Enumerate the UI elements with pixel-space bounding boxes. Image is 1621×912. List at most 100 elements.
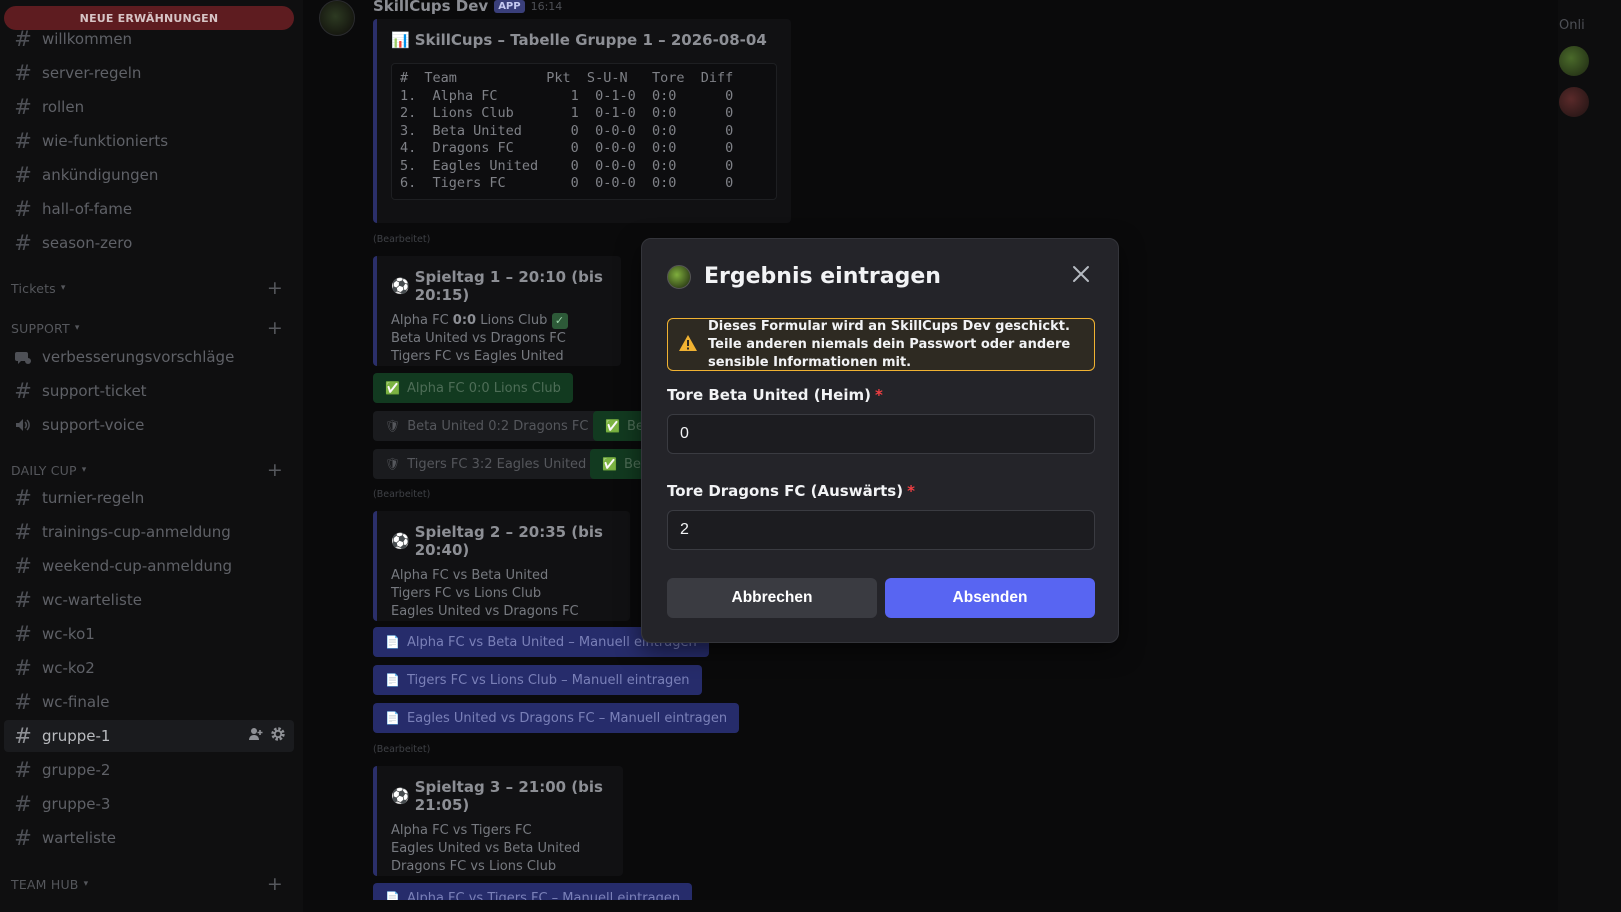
matchday-2-title: ⚽ Spieltag 2 – 20:35 (bis 20:40) — [391, 523, 616, 559]
channel-label: server-regeln — [42, 64, 142, 82]
chevron-down-icon: ▾ — [81, 465, 87, 475]
edited-label: (Bearbeitet) — [373, 489, 431, 500]
member-avatar[interactable] — [1559, 87, 1589, 117]
team-a: Alpha FC — [391, 313, 453, 328]
author-name[interactable]: SkillCups Dev — [373, 0, 488, 15]
close-icon[interactable] — [1070, 263, 1092, 285]
hash-icon: # — [14, 554, 32, 578]
add-channel-icon[interactable]: + — [267, 317, 283, 339]
channel-support-ticket[interactable]: # support-ticket — [4, 375, 294, 407]
chart-icon: 📊 — [391, 31, 410, 49]
home-goals-input[interactable] — [667, 414, 1095, 454]
channel-wc-finale[interactable]: # wc-finale — [4, 686, 294, 718]
channel-label: support-ticket — [42, 382, 147, 400]
matchday-3-title: ⚽ Spieltag 3 – 21:00 (bis 21:05) — [391, 778, 609, 814]
channel-weekend-cup-anmeldung[interactable]: # weekend-cup-anmeldung — [4, 550, 294, 582]
add-channel-icon[interactable]: + — [267, 277, 283, 299]
hash-icon: # — [14, 588, 32, 612]
add-channel-icon[interactable]: + — [267, 459, 283, 481]
warning-text: Dieses Formular wird an SkillCups Dev ge… — [708, 318, 1071, 370]
channel-gruppe-2[interactable]: # gruppe-2 — [4, 754, 294, 786]
channel-season-zero[interactable]: # season-zero — [4, 227, 294, 259]
match-line: Eagles United vs Dragons FC — [391, 604, 579, 619]
hash-icon: # — [14, 656, 32, 680]
channel-gruppe-3[interactable]: # gruppe-3 — [4, 788, 294, 820]
channel-wc-ko2[interactable]: # wc-ko2 — [4, 652, 294, 684]
category-tickets[interactable]: Tickets ▾ + — [11, 277, 296, 299]
channel-label: weekend-cup-anmeldung — [42, 557, 232, 575]
channel-label: willkommen — [42, 30, 133, 48]
invite-user-icon[interactable] — [248, 726, 264, 746]
channel-support-voice[interactable]: support-voice — [4, 409, 294, 441]
member-avatar[interactable] — [1559, 46, 1589, 76]
channel-rollen[interactable]: # rollen — [4, 91, 294, 123]
channel-ankuendigungen[interactable]: # ankündigungen — [4, 159, 294, 191]
category-support[interactable]: SUPPORT ▾ + — [11, 317, 296, 339]
match-line: Alpha FC vs Beta United — [391, 568, 549, 583]
submit-button[interactable]: Absenden — [885, 578, 1095, 618]
gear-icon[interactable] — [270, 726, 286, 746]
channel-label: gruppe-1 — [42, 727, 111, 745]
category-daily-cup[interactable]: DAILY CUP ▾ + — [11, 459, 296, 481]
result-button-1[interactable]: ✅ Alpha FC 0:0 Lions Club — [373, 373, 573, 403]
check-icon: ✓ — [551, 313, 568, 329]
channel-label: ankündigungen — [42, 166, 159, 184]
chevron-down-icon: ▾ — [60, 283, 66, 293]
away-goals-label: Tore Dragons FC (Auswärts) * — [667, 482, 915, 500]
warning-icon — [678, 334, 698, 356]
required-mark: * — [874, 386, 883, 404]
channel-label: wc-ko2 — [42, 659, 95, 677]
channel-label: wc-ko1 — [42, 625, 95, 643]
modal-title: Ergebnis eintragen — [704, 264, 941, 289]
channel-trainings-cup-anmeldung[interactable]: # trainings-cup-anmeldung — [4, 516, 294, 548]
channel-wc-ko1[interactable]: # wc-ko1 — [4, 618, 294, 650]
result-button-4[interactable]: 🛡 Tigers FC 3:2 Eagles United — [373, 449, 599, 479]
button-label: Be — [623, 456, 641, 472]
channel-turnier-regeln[interactable]: # turnier-regeln — [4, 482, 294, 514]
discord-window: NEUE ERWÄHNUNGEN # willkommen # server-reg… — [0, 0, 1621, 912]
add-channel-icon[interactable]: + — [267, 873, 283, 895]
channel-wc-warteliste[interactable]: # wc-warteliste — [4, 584, 294, 616]
edited-label: (Bearbeitet) — [373, 234, 431, 245]
category-label: SUPPORT — [11, 320, 70, 336]
chevron-down-icon: ▾ — [83, 879, 89, 889]
channel-warteliste[interactable]: # warteliste — [4, 822, 294, 854]
required-mark: * — [907, 482, 915, 500]
result-button-2[interactable]: 🛡 Beta United 0:2 Dragons FC — [373, 411, 601, 441]
soccer-ball-icon: ⚽ — [391, 277, 410, 295]
hash-icon: # — [14, 486, 32, 510]
hash-icon: # — [14, 129, 32, 153]
manual-entry-button-3[interactable]: 📄 Eagles United vs Dragons FC – Manuell e… — [373, 703, 740, 733]
document-icon: 📄 — [385, 635, 400, 649]
forum-icon — [12, 348, 34, 366]
hash-icon: # — [14, 520, 32, 544]
home-goals-label-text: Tore Beta United (Heim) — [667, 386, 871, 404]
channel-hall-of-fame[interactable]: # hall-of-fame — [4, 193, 294, 225]
button-label: Tigers FC 3:2 Eagles United — [407, 456, 587, 472]
manual-entry-button-4[interactable]: 📄 Alpha FC vs Tigers FC – Manuell eintrag… — [373, 883, 693, 900]
match-line: Tigers FC vs Lions Club — [391, 586, 542, 601]
match-line: Beta United vs Dragons FC — [391, 331, 566, 346]
manual-entry-button-2[interactable]: 📄 Tigers FC vs Lions Club – Manuell eintr… — [373, 665, 702, 695]
hash-icon: # — [14, 758, 32, 782]
table-embed: 📊 SkillCups – Tabelle Gruppe 1 – 2026-08-… — [373, 19, 791, 223]
match-line: Eagles United vs Beta United — [391, 841, 581, 856]
standings-table: # Team Pkt S-U-N Tore Diff 1. Alpha FC 1… — [391, 63, 777, 200]
score: 0:0 — [452, 313, 477, 328]
hash-icon: # — [14, 95, 32, 119]
channel-willkommen[interactable]: # willkommen — [4, 23, 294, 55]
channel-verbesserungsvorschlaege[interactable]: verbesserungsvorschläge — [4, 341, 294, 373]
channel-gruppe-1[interactable]: # gruppe-1 — [4, 720, 294, 752]
category-label: DAILY CUP — [11, 462, 77, 478]
bot-avatar[interactable] — [319, 0, 355, 36]
channel-server-regeln[interactable]: # server-regeln — [4, 57, 294, 89]
document-icon: 📄 — [385, 711, 400, 725]
category-team-hub[interactable]: TEAM HUB ▾ + — [11, 873, 296, 895]
away-goals-input[interactable] — [667, 510, 1095, 550]
app-badge: APP — [494, 0, 525, 13]
online-header: Onli — [1559, 18, 1585, 33]
hash-icon: # — [14, 27, 32, 51]
matchday-2-embed: ⚽ Spieltag 2 – 20:35 (bis 20:40) Alpha FC… — [373, 511, 630, 621]
cancel-button[interactable]: Abbrechen — [667, 578, 877, 618]
channel-wie-funktionierts[interactable]: # wie-funktionierts — [4, 125, 294, 157]
